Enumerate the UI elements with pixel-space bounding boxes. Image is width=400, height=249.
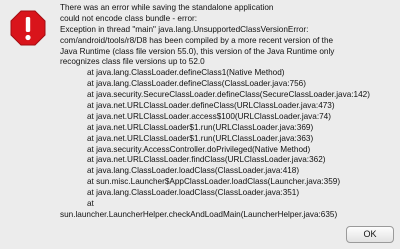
message-line: Exception in thread "main" java.lang.Uns… bbox=[60, 24, 309, 34]
message-line: at java.net.URLClassLoader.access$100(UR… bbox=[87, 111, 331, 121]
message-line: at java.lang.ClassLoader.loadClass(Class… bbox=[87, 188, 300, 198]
message-line: at java.lang.ClassLoader.defineClass(Cla… bbox=[87, 79, 306, 89]
message-line: com/android/tools/r8/D8 has been compile… bbox=[60, 35, 334, 45]
message-line: Java Runtime (class file version 55.0), … bbox=[60, 46, 335, 56]
message-line: at java.lang.ClassLoader.loadClass(Class… bbox=[87, 166, 300, 176]
message-line: could not encode class bundle - error: bbox=[60, 13, 197, 23]
error-stop-icon bbox=[10, 10, 46, 46]
message-line: at java.net.URLClassLoader$1.run(URLClas… bbox=[87, 122, 314, 132]
message-line: sun.launcher.LauncherHelper.checkAndLoad… bbox=[60, 209, 338, 219]
message-line: at sun.misc.Launcher$AppClassLoader.load… bbox=[87, 177, 341, 187]
message-line: at java.security.AccessController.doPriv… bbox=[87, 144, 311, 154]
message-line: at java.net.URLClassLoader$1.run(URLClas… bbox=[87, 133, 314, 143]
message-line: at bbox=[87, 199, 94, 209]
error-dialog: There was an error while saving the stan… bbox=[0, 0, 400, 249]
message-line: recognizes class file versions up to 52.… bbox=[60, 57, 205, 67]
message-line: There was an error while saving the stan… bbox=[60, 3, 274, 12]
message-line: at java.net.URLClassLoader.defineClass(U… bbox=[87, 101, 335, 111]
message-line: at java.lang.ClassLoader.defineClass1(Na… bbox=[87, 68, 285, 78]
message-line: at java.security.SecureClassLoader.defin… bbox=[87, 90, 370, 100]
error-message: There was an error while saving the stan… bbox=[60, 3, 394, 221]
message-line: at java.net.URLClassLoader.findClass(URL… bbox=[87, 155, 326, 165]
ok-button[interactable]: OK bbox=[346, 226, 394, 243]
